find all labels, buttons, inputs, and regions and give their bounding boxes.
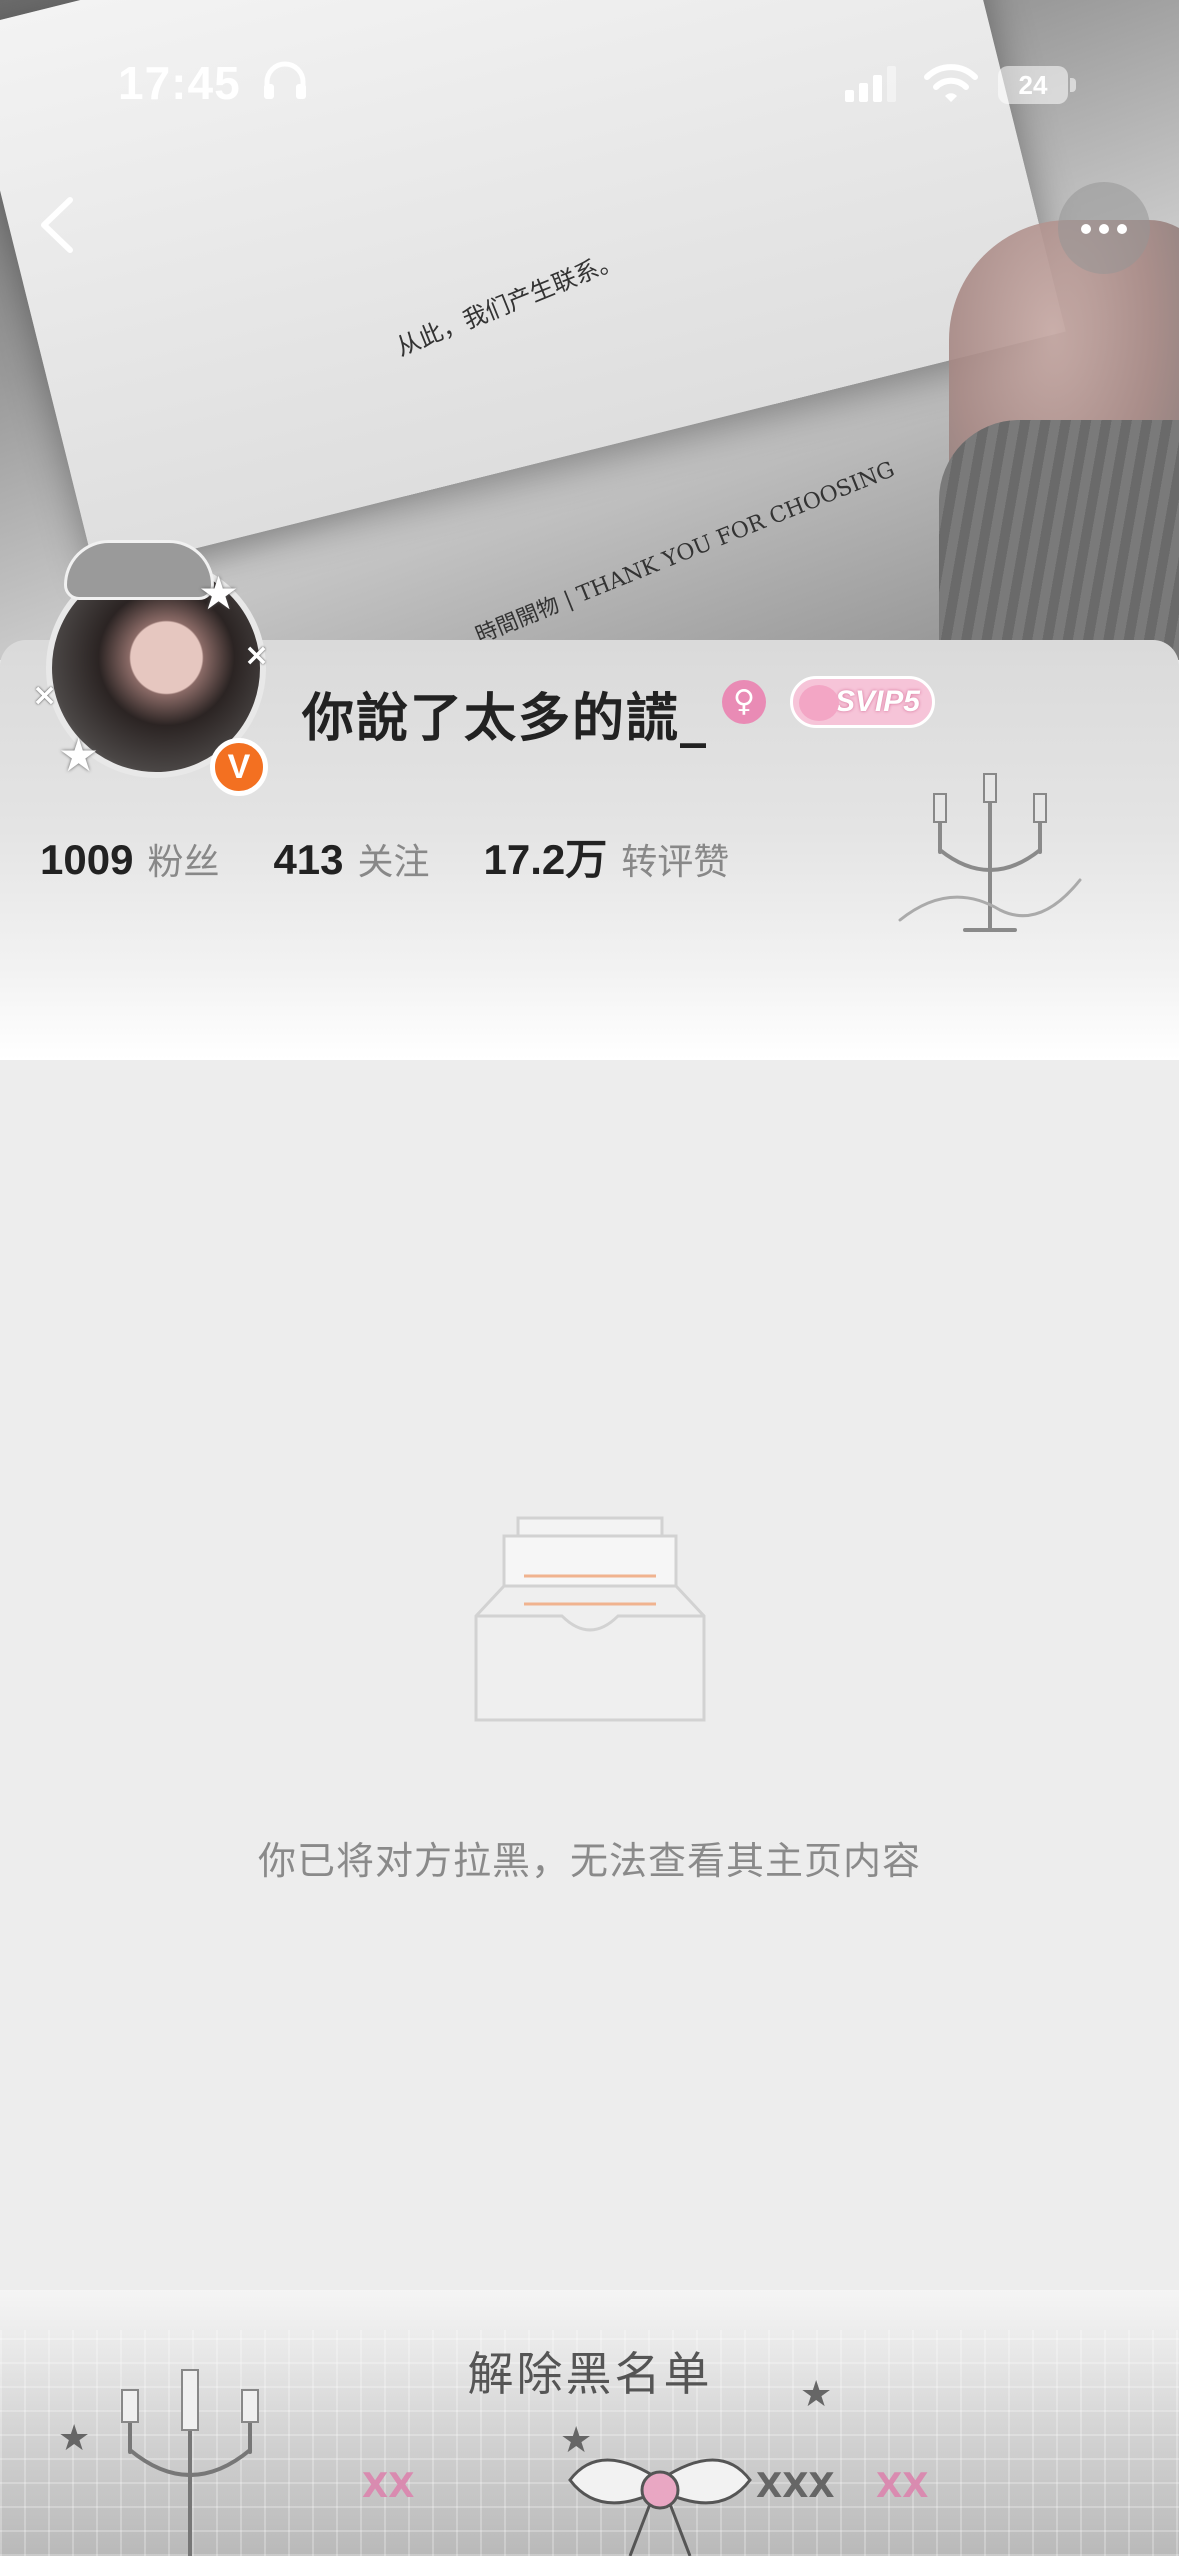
female-icon: ♀ [722,680,766,724]
svip-badge[interactable]: SVIP5 [790,676,935,728]
cover-card-brand: 時間開物 | THANK YOU FOR CHOOSING [472,457,899,649]
following-count[interactable]: 413 [273,836,343,884]
wifi-icon [924,64,978,102]
battery-tip [1070,78,1076,92]
more-dot [1099,224,1109,234]
verified-badge: V [210,738,268,796]
x-decoration-icon: XX [362,2466,415,2506]
more-dot [1081,224,1091,234]
cellular-signal-icon [845,66,896,102]
bow-decoration-icon [568,2458,752,2556]
following-label[interactable]: 关注 [358,833,430,885]
headphones-icon [264,61,306,99]
battery-level: 24 [998,66,1068,104]
x-decoration-icon: × [244,638,270,673]
avatar-frame-cat-decoration [64,540,214,600]
engagement-count: 17.2万 [483,836,608,883]
followers-count[interactable]: 1009 [40,836,133,884]
star-icon: ★ [58,2418,91,2459]
x-decoration-icon: × [32,678,58,713]
blocked-message: 你已将对方拉黑，无法查看其主页内容 [257,1839,921,1883]
status-time: 17:45 [118,57,241,109]
back-button[interactable] [28,190,88,260]
star-icon: ★ [800,2374,833,2415]
star-icon: ★ [198,566,240,620]
profile-stats: 1009 粉丝 413 关注 17.2万 转评赞 [40,826,783,886]
profile-nickname: 你說了太多的謊_ [302,689,709,749]
followers-label[interactable]: 粉丝 [147,833,219,885]
unblock-button[interactable]: 解除黑名单 [390,2334,790,2414]
candle-decoration-icon [121,2369,259,2556]
battery-icon: 24 [998,66,1076,104]
more-dot [1117,224,1127,234]
star-icon: ★ [58,728,100,782]
more-options-button[interactable] [1058,182,1150,274]
candelabra-decoration-icon [898,773,1082,932]
cover-sleeve [939,420,1179,660]
x-decoration-icon: XX [876,2466,929,2506]
engagement-label: 转评赞 [621,842,730,883]
empty-inbox-icon [474,1516,706,1722]
x-decoration-icon: XXX [756,2466,835,2506]
